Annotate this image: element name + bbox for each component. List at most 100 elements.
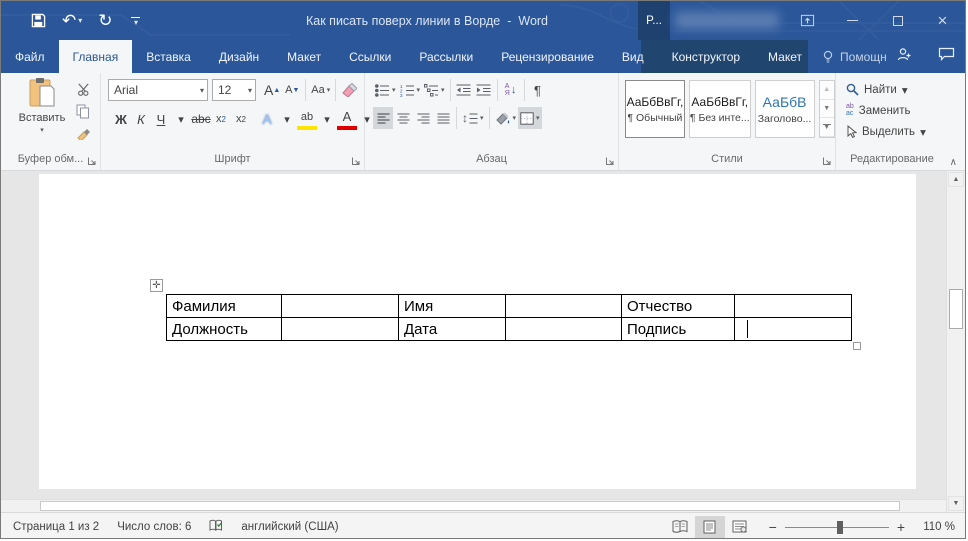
- close-button[interactable]: ×: [920, 1, 965, 40]
- table-cell[interactable]: Дата: [398, 317, 506, 341]
- multilevel-list-button[interactable]: ▾: [422, 79, 447, 101]
- shading-button[interactable]: ▾: [493, 107, 519, 129]
- sort-button[interactable]: АЯ ↓: [501, 79, 521, 101]
- highlight-color-button[interactable]: ab: [297, 108, 317, 130]
- font-color-button[interactable]: А: [337, 108, 357, 130]
- tab-view[interactable]: Вид: [608, 40, 658, 73]
- style-normal[interactable]: АаБбВвГг, ¶ Обычный: [625, 80, 685, 138]
- table-cell[interactable]: Имя: [398, 294, 506, 318]
- italic-button[interactable]: К: [131, 108, 151, 130]
- font-name-combo[interactable]: Arial ▾: [108, 79, 208, 101]
- scroll-down-icon[interactable]: ▼: [948, 496, 964, 511]
- table-move-handle[interactable]: ✛: [150, 279, 163, 292]
- shrink-font-button[interactable]: А ▼: [282, 79, 302, 101]
- format-painter-button[interactable]: [73, 123, 93, 143]
- save-icon[interactable]: [31, 13, 46, 28]
- table-cell[interactable]: [505, 294, 622, 318]
- tab-table-layout[interactable]: Макет: [754, 40, 816, 73]
- strikethrough-button[interactable]: abc: [191, 108, 211, 130]
- horizontal-scroll-thumb[interactable]: [40, 501, 900, 511]
- zoom-slider-thumb[interactable]: [836, 520, 843, 534]
- tab-table-design[interactable]: Конструктор: [658, 40, 754, 73]
- text-effects-button[interactable]: А: [257, 108, 277, 130]
- vertical-scrollbar[interactable]: ▲ ▼: [946, 171, 965, 512]
- table-cell[interactable]: [281, 294, 399, 318]
- increase-indent-button[interactable]: [474, 79, 494, 101]
- font-dialog-launcher[interactable]: [351, 156, 361, 166]
- paste-button[interactable]: Вставить ▾: [13, 77, 71, 134]
- table-cell[interactable]: [505, 317, 622, 341]
- document-page[interactable]: ✛ Фамилия Имя Отчество Должность Дата По…: [39, 174, 916, 489]
- table-resize-handle[interactable]: [853, 342, 861, 350]
- subscript-button[interactable]: x2: [211, 108, 231, 130]
- select-button[interactable]: Выделить ▾: [836, 121, 948, 142]
- justify-button[interactable]: [433, 107, 453, 129]
- bold-button[interactable]: Ж: [111, 108, 131, 130]
- tab-home[interactable]: Главная: [58, 40, 133, 73]
- zoom-out-button[interactable]: −: [769, 519, 777, 535]
- proofing-icon[interactable]: [209, 519, 223, 535]
- align-right-button[interactable]: [413, 107, 433, 129]
- undo-caret-icon[interactable]: ▾: [78, 16, 82, 25]
- table-cell[interactable]: Должность: [166, 317, 282, 341]
- cut-button[interactable]: [73, 79, 93, 99]
- tab-file[interactable]: Файл: [1, 40, 59, 73]
- page-indicator[interactable]: Страница 1 из 2: [13, 521, 99, 533]
- show-formatting-button[interactable]: ¶: [528, 79, 548, 101]
- grow-font-button[interactable]: А ▲: [262, 79, 282, 101]
- styles-scroll-up-icon[interactable]: ▲: [819, 81, 834, 100]
- styles-dialog-launcher[interactable]: [822, 156, 832, 166]
- table-cell[interactable]: Фамилия: [166, 294, 282, 318]
- ribbon-display-options-button[interactable]: [785, 1, 830, 40]
- styles-scroll-down-icon[interactable]: ▼: [819, 100, 834, 119]
- superscript-button[interactable]: x2: [231, 108, 251, 130]
- undo-button[interactable]: ↶ ▾: [62, 11, 82, 31]
- document-table[interactable]: Фамилия Имя Отчество Должность Дата Подп…: [166, 294, 852, 341]
- web-layout-button[interactable]: [725, 516, 755, 538]
- table-cell[interactable]: Отчество: [621, 294, 735, 318]
- clipboard-dialog-launcher[interactable]: [87, 156, 97, 166]
- style-no-spacing[interactable]: АаБбВвГг, ¶ Без инте...: [688, 80, 751, 138]
- font-size-combo[interactable]: 12 ▾: [212, 79, 256, 101]
- tab-layout[interactable]: Макет: [273, 40, 335, 73]
- tab-design[interactable]: Дизайн: [205, 40, 273, 73]
- comments-icon[interactable]: [938, 47, 955, 66]
- table-cell[interactable]: [734, 294, 852, 318]
- tell-me-help[interactable]: Помощн: [822, 40, 887, 73]
- styles-more-icon[interactable]: ▼: [819, 118, 834, 138]
- table-cell[interactable]: Подпись: [621, 317, 735, 341]
- underline-button[interactable]: Ч: [151, 108, 171, 130]
- vertical-scroll-thumb[interactable]: [949, 289, 963, 329]
- decrease-indent-button[interactable]: [454, 79, 474, 101]
- text-effects-caret-icon[interactable]: ▾: [277, 108, 297, 130]
- horizontal-scrollbar[interactable]: [1, 499, 946, 512]
- replace-button[interactable]: ab ac Заменить: [836, 100, 948, 121]
- print-layout-button[interactable]: [694, 515, 725, 538]
- underline-caret-icon[interactable]: ▾: [171, 108, 191, 130]
- line-spacing-button[interactable]: ↕ ▾: [460, 107, 486, 129]
- tab-mailings[interactable]: Рассылки: [405, 40, 487, 73]
- paragraph-dialog-launcher[interactable]: [605, 156, 615, 166]
- zoom-in-button[interactable]: +: [897, 519, 905, 535]
- table-cell[interactable]: [281, 317, 399, 341]
- highlight-caret-icon[interactable]: ▾: [317, 108, 337, 130]
- maximize-button[interactable]: [875, 1, 920, 40]
- zoom-slider[interactable]: [784, 520, 889, 534]
- read-mode-button[interactable]: [665, 516, 695, 538]
- clear-formatting-button[interactable]: [339, 79, 359, 101]
- numbering-button[interactable]: 123 ▾: [398, 79, 423, 101]
- zoom-level[interactable]: 110 %: [917, 521, 955, 533]
- scroll-up-icon[interactable]: ▲: [948, 172, 964, 187]
- bullets-button[interactable]: ▾: [373, 79, 398, 101]
- tab-review[interactable]: Рецензирование: [487, 40, 608, 73]
- language-indicator[interactable]: английский (США): [241, 521, 338, 533]
- tab-references[interactable]: Ссылки: [335, 40, 405, 73]
- align-left-button[interactable]: [373, 107, 393, 129]
- copy-button[interactable]: [73, 101, 93, 121]
- customize-qat-button[interactable]: ▾: [130, 16, 140, 26]
- share-icon[interactable]: [896, 47, 912, 67]
- user-account-badge[interactable]: P...: [638, 1, 670, 40]
- borders-button[interactable]: ▾: [518, 107, 542, 129]
- find-button[interactable]: Найти ▾: [836, 79, 948, 100]
- align-center-button[interactable]: [393, 107, 413, 129]
